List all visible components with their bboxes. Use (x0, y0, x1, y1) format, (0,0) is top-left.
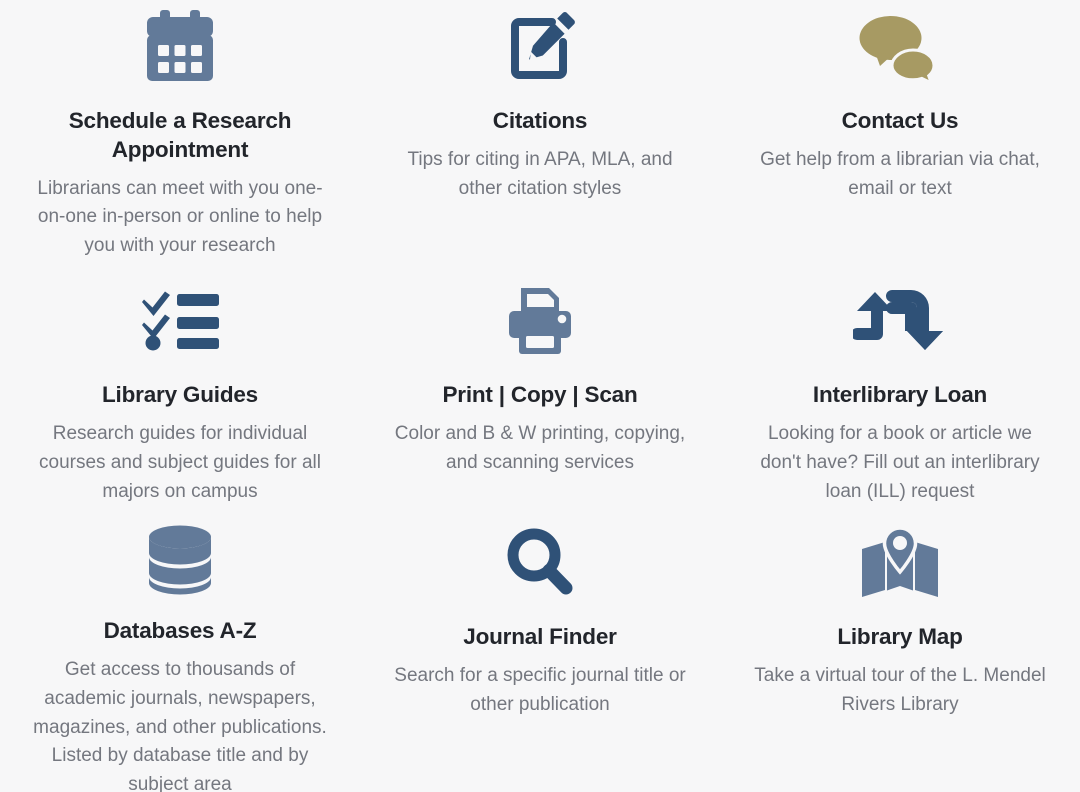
loop-arrows-icon (853, 282, 947, 360)
card-description: Looking for a book or article we don't h… (760, 422, 1040, 502)
card-title: Library Map (837, 624, 963, 649)
card-title: Databases A-Z (103, 618, 257, 643)
card-title: Journal Finder (463, 624, 617, 649)
card-description: Get access to thousands of academic jour… (33, 658, 327, 792)
card-title: Citations (492, 108, 588, 133)
magnifying-glass-icon (506, 524, 574, 602)
service-card-databases-a-z[interactable]: Databases A-Z Get access to thousands of… (0, 508, 360, 792)
card-description: Color and B & W printing, copying, and s… (394, 422, 686, 473)
speech-bubbles-icon (857, 8, 943, 86)
service-card-print-copy-scan[interactable]: Print | Copy | Scan Color and B & W prin… (360, 268, 720, 508)
service-card-library-guides[interactable]: Library Guides Research guides for indiv… (0, 268, 360, 508)
service-card-citations[interactable]: Citations Tips for citing in APA, MLA, a… (360, 0, 720, 268)
card-title: Contact Us (841, 108, 959, 133)
card-description: Research guides for individual courses a… (39, 422, 321, 502)
service-card-journal-finder[interactable]: Journal Finder Search for a specific jou… (360, 508, 720, 792)
service-card-library-map[interactable]: Library Map Take a virtual tour of the L… (720, 508, 1080, 792)
card-title: Interlibrary Loan (812, 382, 988, 407)
printer-icon (507, 282, 573, 360)
service-card-contact-us[interactable]: Contact Us Get help from a librarian via… (720, 0, 1080, 268)
service-card-schedule-research-appointment[interactable]: Schedule a Research Appointment Libraria… (0, 0, 360, 268)
database-cylinder-icon (147, 524, 213, 596)
card-description: Search for a specific journal title or o… (394, 664, 686, 715)
card-title: Library Guides (102, 382, 258, 407)
library-services-grid: Schedule a Research Appointment Libraria… (0, 0, 1080, 792)
service-card-interlibrary-loan[interactable]: Interlibrary Loan Looking for a book or … (720, 268, 1080, 508)
card-description: Librarians can meet with you one-on-one … (37, 177, 323, 257)
card-description: Take a virtual tour of the L. Mendel Riv… (754, 664, 1046, 715)
card-title: Schedule a Research Appointment (68, 108, 292, 162)
card-description: Get help from a librarian via chat, emai… (760, 148, 1040, 199)
card-description: Tips for citing in APA, MLA, and other c… (407, 148, 673, 199)
edit-pencil-square-icon (502, 8, 578, 86)
card-title: Print | Copy | Scan (442, 382, 638, 407)
checklist-icon (140, 282, 220, 360)
calendar-icon (144, 8, 216, 86)
map-pin-icon (860, 524, 940, 602)
